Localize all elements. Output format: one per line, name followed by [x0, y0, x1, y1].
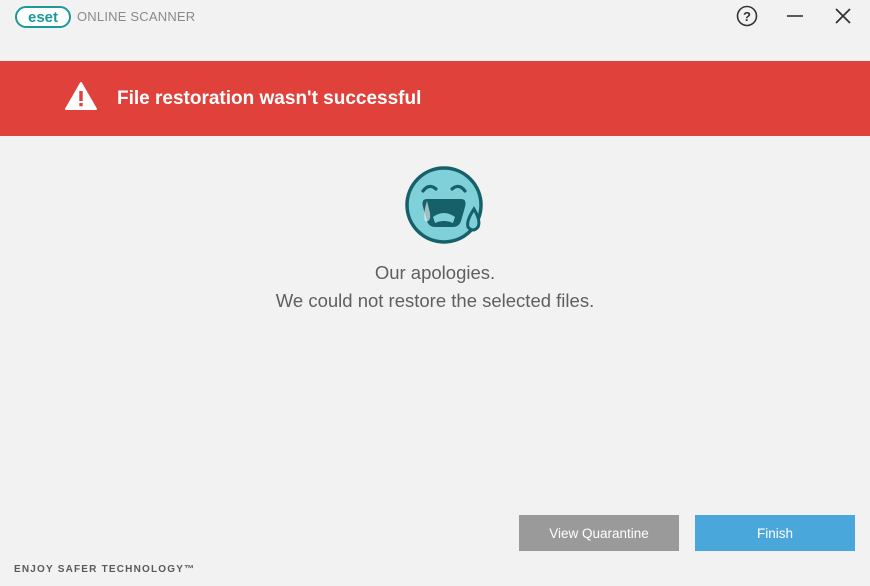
view-quarantine-button[interactable]: View Quarantine: [519, 515, 679, 551]
banner-title: File restoration wasn't successful: [117, 88, 422, 109]
eset-logo: eset: [15, 6, 71, 33]
close-button[interactable]: [831, 4, 855, 28]
help-button[interactable]: ?: [735, 4, 759, 28]
title-bar: eset ONLINE SCANNER ?: [0, 0, 870, 60]
error-banner: File restoration wasn't successful: [0, 61, 870, 136]
crying-face-icon: [403, 165, 487, 252]
close-icon: [835, 8, 851, 24]
warning-icon: [64, 81, 98, 116]
svg-text:?: ?: [743, 9, 751, 24]
minimize-button[interactable]: [783, 4, 807, 28]
minimize-icon: [787, 15, 803, 17]
finish-button[interactable]: Finish: [695, 515, 855, 551]
apology-detail: We could not restore the selected files.: [275, 290, 595, 311]
apology-heading: Our apologies.: [374, 262, 496, 283]
help-icon: ?: [736, 5, 758, 27]
footer-tagline: ENJOY SAFER TECHNOLOGY™: [14, 564, 196, 575]
svg-text:eset: eset: [28, 9, 58, 26]
product-name: ONLINE SCANNER: [77, 9, 196, 24]
